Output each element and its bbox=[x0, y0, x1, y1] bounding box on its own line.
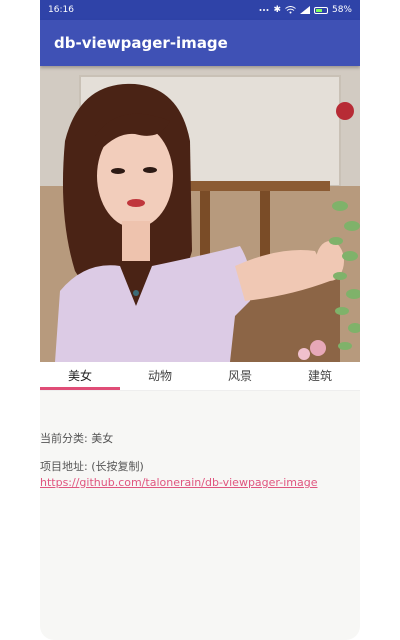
tab-architecture[interactable]: 建筑 bbox=[280, 362, 360, 390]
content-area: 当前分类: 美女 项目地址: (长按复制) https://github.com… bbox=[40, 430, 360, 501]
phone-screen: 16:16 ✱ 58% db-viewpager-image 美女 动物 风景 … bbox=[40, 0, 360, 640]
project-address-label: 项目地址: (长按复制) bbox=[40, 460, 144, 473]
app-bar: db-viewpager-image bbox=[40, 20, 360, 66]
app-title: db-viewpager-image bbox=[54, 34, 228, 52]
portrait-photo bbox=[40, 66, 360, 362]
signal-dots-icon bbox=[259, 9, 269, 11]
signal-icon bbox=[299, 6, 310, 14]
category-tabs: 美女 动物 风景 建筑 bbox=[40, 362, 360, 391]
tab-scenery[interactable]: 风景 bbox=[200, 362, 280, 390]
battery-icon bbox=[313, 6, 328, 14]
battery-percent: 58% bbox=[331, 5, 352, 15]
tab-label: 美女 bbox=[67, 369, 92, 383]
tab-label: 建筑 bbox=[307, 369, 332, 383]
bluetooth-icon: ✱ bbox=[273, 5, 281, 15]
current-category: 当前分类: 美女 bbox=[40, 432, 114, 445]
status-bar: 16:16 ✱ 58% bbox=[40, 0, 360, 20]
project-address-block: 项目地址: (长按复制) https://github.com/talonera… bbox=[40, 458, 360, 489]
tab-animals[interactable]: 动物 bbox=[120, 362, 200, 390]
tab-label: 风景 bbox=[227, 369, 252, 383]
tab-indicator bbox=[40, 387, 120, 390]
tab-label: 动物 bbox=[147, 369, 172, 383]
project-url-link[interactable]: https://github.com/talonerain/db-viewpag… bbox=[40, 476, 360, 489]
status-time: 16:16 bbox=[48, 5, 74, 15]
tab-beauty[interactable]: 美女 bbox=[40, 362, 120, 390]
status-icons: ✱ 58% bbox=[259, 5, 352, 15]
wifi-icon bbox=[285, 6, 296, 14]
image-viewpager[interactable] bbox=[40, 66, 360, 362]
